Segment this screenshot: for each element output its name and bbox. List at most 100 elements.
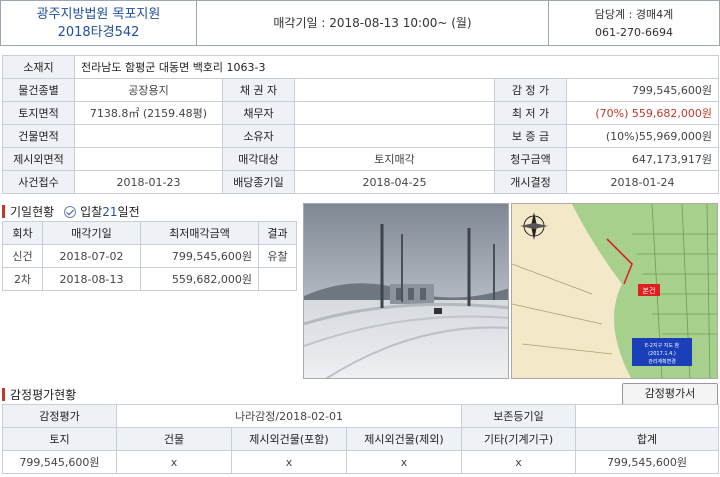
map-legend-line: 관리계획변경: [648, 358, 676, 365]
history-date: 2018-08-13: [42, 267, 141, 291]
info-label: 소유자: [222, 124, 295, 148]
appraisal-price: 799,545,600원: [565, 78, 720, 102]
info-label: 개시결정: [494, 170, 567, 194]
info-label: 채 권 자: [222, 78, 295, 102]
history-section-title: 기일현황 입찰 21 일전: [2, 203, 140, 220]
info-label: 감 정 가: [494, 78, 567, 102]
history-header: 회차: [2, 221, 43, 245]
appraisal-preserve-value: [575, 404, 719, 428]
info-value: 토지매각: [294, 147, 495, 171]
appraisal-title: 감정평가현황: [10, 388, 77, 402]
history-result: [258, 267, 297, 291]
info-label: 토지면적: [2, 101, 75, 125]
address-value: 전라남도 함평군 대동면 백호리 1063-3: [73, 55, 720, 79]
appraisal-value: x: [461, 450, 576, 474]
appraisal-header-row: 토지 건물 제시외건물(포함) 제시외건물(제외) 기타(기계기구) 합계: [2, 427, 719, 451]
info-label: 최 저 가: [494, 101, 567, 125]
bid-countdown-suffix: 일전: [117, 205, 140, 219]
history-row: 2차 2018-08-13 559,682,000원: [2, 267, 297, 291]
history-price: 799,545,600원: [140, 244, 259, 268]
map-legend-line: (2017.1.4.): [648, 351, 676, 357]
info-label: 매각대상: [222, 147, 295, 171]
info-value: [74, 147, 223, 171]
dept-phone: 061-270-6694: [595, 26, 673, 39]
court-block: 광주지방법원 목포지원 2018타경542: [1, 1, 197, 45]
case-number: 2018타경542: [57, 25, 140, 40]
appraisal-value-row: 799,545,600원 x x x x 799,545,600원: [2, 450, 719, 474]
info-value: 2018-04-25: [294, 170, 495, 194]
check-icon: [64, 205, 77, 218]
minimum-price: (70%) 559,682,000원: [565, 101, 720, 125]
section-marker: [2, 205, 5, 218]
info-label: 채무자: [222, 101, 295, 125]
court-name: 광주지방법원 목포지원: [36, 7, 161, 22]
info-row: 물건종별 공장용지 채 권 자 감 정 가 799,545,600원: [2, 78, 720, 102]
appraisal-preserve-label: 보존등기일: [461, 404, 576, 428]
appraisal-value: 799,545,600원: [2, 450, 117, 474]
history-round: 2차: [2, 267, 43, 291]
appraisal-value: 799,545,600원: [575, 450, 719, 474]
appraisal-header: 제시외건물(포함): [231, 427, 347, 451]
info-label: 물건종별: [2, 78, 75, 102]
info-value: 7138.8㎡ (2159.48평): [74, 101, 223, 125]
appraisal-section-title: 감정평가현황: [2, 386, 76, 403]
history-round: 신건: [2, 244, 43, 268]
address-row: 소재지 전라남도 함평군 대동면 백호리 1063-3: [2, 55, 720, 79]
location-map[interactable]: 본건 E-2지구 지도 참 (2017.1.4.) 관리계획변경: [511, 203, 718, 379]
subject-badge-label: 본건: [643, 286, 656, 295]
appraisal-table: 감정평가 나라감정/2018-02-01 보존등기일 토지 건물 제시외건물(포…: [2, 404, 719, 474]
info-label: 보 증 금: [494, 124, 567, 148]
info-row: 사건접수 2018-01-23 배당종기일 2018-04-25 개시결정 20…: [2, 170, 720, 194]
info-value: 2018-01-23: [74, 170, 223, 194]
case-header: 광주지방법원 목포지원 2018타경542 매각기일 : 2018-08-13 …: [0, 0, 720, 46]
info-row: 제시외면적 매각대상 토지매각 청구금액 647,173,917원: [2, 147, 720, 171]
dept-block: 담당계 : 경매4계 061-270-6694: [549, 1, 719, 45]
appraisal-eval-label: 감정평가: [2, 404, 117, 428]
bid-countdown-days: 21: [102, 204, 118, 219]
info-label: 제시외면적: [2, 147, 75, 171]
info-label: 건물면적: [2, 124, 75, 148]
info-value: [74, 124, 223, 148]
history-row: 신건 2018-07-02 799,545,600원 유찰: [2, 244, 297, 268]
info-label: 사건접수: [2, 170, 75, 194]
appraisal-value: x: [116, 450, 232, 474]
appraisal-header: 토지: [2, 427, 117, 451]
bid-countdown-prefix: 입찰: [80, 205, 103, 219]
property-photo[interactable]: [303, 203, 509, 379]
info-label: 청구금액: [494, 147, 567, 171]
sale-history-table: 회차 매각기일 최저매각금액 결과 신건 2018-07-02 799,545,…: [2, 221, 297, 291]
section-marker: [2, 388, 5, 401]
snowy-road-photo: [304, 204, 508, 378]
appraisal-value: x: [231, 450, 347, 474]
info-value: [294, 101, 495, 125]
appraisal-header: 제시외건물(제외): [346, 427, 462, 451]
appraisal-header: 합계: [575, 427, 719, 451]
appraisal-header: 건물: [116, 427, 232, 451]
info-value: 공장용지: [74, 78, 223, 102]
info-value: [294, 78, 495, 102]
info-label: 배당종기일: [222, 170, 295, 194]
case-info-table: 소재지 전라남도 함평군 대동면 백호리 1063-3 물건종별 공장용지 채 …: [2, 55, 720, 194]
info-row: 토지면적 7138.8㎡ (2159.48평) 채무자 최 저 가 (70%) …: [2, 101, 720, 125]
sale-date: 매각기일 : 2018-08-13 10:00~ (월): [197, 1, 549, 45]
info-row: 건물면적 소유자 보 증 금 (10%)55,969,000원: [2, 124, 720, 148]
appraisal-meta-row: 감정평가 나라감정/2018-02-01 보존등기일: [2, 404, 719, 428]
history-header: 최저매각금액: [140, 221, 259, 245]
history-price: 559,682,000원: [140, 267, 259, 291]
history-title: 기일현황: [10, 205, 55, 219]
cadastral-map: 본건 E-2지구 지도 참 (2017.1.4.) 관리계획변경: [512, 204, 717, 378]
appraisal-report-button[interactable]: 감정평가서: [622, 383, 718, 405]
history-date: 2018-07-02: [42, 244, 141, 268]
info-value: [294, 124, 495, 148]
history-header: 결과: [258, 221, 297, 245]
appraisal-header: 기타(기계기구): [461, 427, 576, 451]
history-result: 유찰: [258, 244, 297, 268]
info-value: 2018-01-24: [565, 170, 720, 194]
claim-amount: 647,173,917원: [565, 147, 720, 171]
appraisal-eval-value: 나라감정/2018-02-01: [116, 404, 462, 428]
address-label: 소재지: [2, 55, 75, 79]
appraisal-value: x: [346, 450, 462, 474]
map-legend-line: E-2지구 지도 참: [645, 342, 680, 349]
history-header-row: 회차 매각기일 최저매각금액 결과: [2, 221, 297, 245]
deposit-value: (10%)55,969,000원: [565, 124, 720, 148]
